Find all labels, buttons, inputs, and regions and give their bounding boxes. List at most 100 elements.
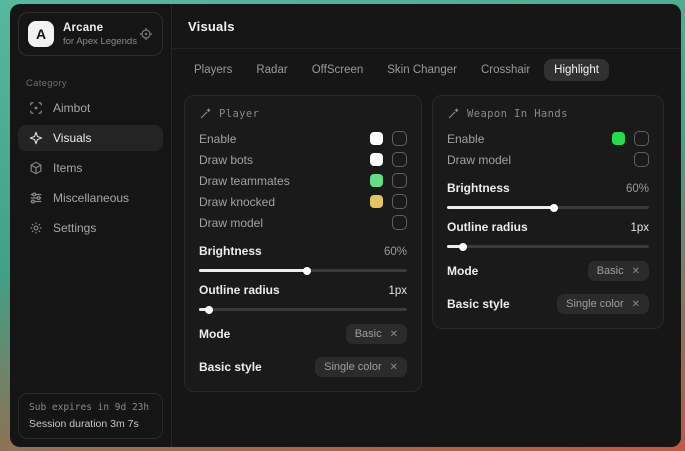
tab-crosshair[interactable]: Crosshair [471, 59, 540, 81]
checkbox[interactable] [392, 152, 407, 167]
mode-tag[interactable]: Basic ✕ [346, 324, 407, 344]
panel-title: Player [219, 108, 259, 120]
select-row-mode: Mode Basic ✕ [199, 324, 407, 344]
sidebar-item-label: Items [53, 161, 82, 175]
sidebar: A Arcane for Apex Legends Category [10, 4, 172, 447]
slider-header-brightness: Brightness 60% [199, 244, 407, 258]
slider-header-outline-radius: Outline radius 1px [199, 283, 407, 297]
color-swatch[interactable] [370, 132, 383, 145]
toggle-row-draw-teammates: Draw teammates [199, 170, 407, 191]
tag-value: Basic [597, 265, 624, 277]
sidebar-item-label: Aimbot [53, 101, 90, 115]
slider-header-outline-radius: Outline radius 1px [447, 220, 649, 234]
slider-label: Brightness [447, 181, 626, 195]
crosshair-scope-icon [28, 101, 43, 115]
color-swatch[interactable] [370, 153, 383, 166]
tab-offscreen[interactable]: OffScreen [302, 59, 374, 81]
checkbox[interactable] [392, 173, 407, 188]
sidebar-item-settings[interactable]: Settings [18, 215, 163, 241]
sparkle-icon [28, 131, 43, 145]
checkbox[interactable] [634, 152, 649, 167]
wand-icon [199, 107, 212, 120]
slider-label: Brightness [199, 244, 384, 258]
gear-icon [28, 221, 43, 235]
tab-players[interactable]: Players [184, 59, 242, 81]
session-duration-text: Session duration 3m 7s [29, 418, 152, 430]
select-row-basic-style: Basic style Single color ✕ [199, 357, 407, 377]
tag-value: Basic [355, 328, 382, 340]
category-label: Category [26, 78, 171, 89]
outline-radius-slider[interactable] [447, 245, 649, 248]
brightness-slider[interactable] [199, 269, 407, 272]
sidebar-item-miscellaneous[interactable]: Miscellaneous [18, 185, 163, 211]
mode-tag[interactable]: Basic ✕ [588, 261, 649, 281]
sidebar-item-visuals[interactable]: Visuals [18, 125, 163, 151]
brand-title: Arcane [63, 22, 130, 34]
brand-subtitle: for Apex Legends [63, 36, 130, 47]
basic-style-tag[interactable]: Single color ✕ [557, 294, 649, 314]
tab-radar[interactable]: Radar [246, 59, 297, 81]
slider-header-brightness: Brightness 60% [447, 181, 649, 195]
toggle-row-draw-bots: Draw bots [199, 149, 407, 170]
remove-icon[interactable]: ✕ [632, 299, 640, 310]
basic-style-tag[interactable]: Single color ✕ [315, 357, 407, 377]
tag-value: Single color [566, 298, 623, 310]
player-panel: Player Enable Draw bots Draw teammates [184, 95, 422, 392]
color-swatch[interactable] [612, 132, 625, 145]
slider-thumb[interactable] [459, 243, 467, 251]
toggle-row-enable: Enable [199, 128, 407, 149]
select-label: Basic style [199, 360, 315, 374]
weapon-in-hands-panel: Weapon In Hands Enable Draw model Bright… [432, 95, 664, 329]
sub-expiry-text: Sub expires in 9d 23h [29, 402, 152, 413]
toggle-label: Draw teammates [199, 174, 370, 188]
main-header: Visuals [172, 4, 681, 49]
slider-value: 60% [626, 183, 649, 195]
checkbox[interactable] [392, 194, 407, 209]
slider-value: 1px [388, 285, 407, 297]
color-swatch[interactable] [370, 174, 383, 187]
slider-thumb[interactable] [550, 204, 558, 212]
remove-icon[interactable]: ✕ [632, 266, 640, 277]
toggle-row-enable: Enable [447, 128, 649, 149]
cube-icon [28, 161, 43, 175]
color-swatch[interactable] [370, 195, 383, 208]
toggle-row-draw-model: Draw model [447, 149, 649, 170]
outline-radius-slider[interactable] [199, 308, 407, 311]
sidebar-item-label: Miscellaneous [53, 191, 129, 205]
remove-icon[interactable]: ✕ [390, 329, 398, 340]
slider-fill [447, 206, 554, 209]
toggle-label: Draw knocked [199, 195, 370, 209]
tab-skin-changer[interactable]: Skin Changer [377, 59, 467, 81]
sidebar-item-items[interactable]: Items [18, 155, 163, 181]
select-label: Basic style [447, 297, 557, 311]
target-icon[interactable] [139, 27, 153, 41]
sidebar-item-label: Settings [53, 221, 96, 235]
session-card: Sub expires in 9d 23h Session duration 3… [18, 393, 163, 439]
sidebar-item-label: Visuals [53, 131, 91, 145]
app-window: A Arcane for Apex Legends Category [10, 4, 681, 447]
tab-highlight[interactable]: Highlight [544, 59, 609, 81]
brand-logo: A [28, 21, 54, 47]
checkbox[interactable] [392, 131, 407, 146]
checkbox[interactable] [392, 215, 407, 230]
sidebar-item-aimbot[interactable]: Aimbot [18, 95, 163, 121]
player-panel-header: Player [199, 107, 407, 120]
slider-thumb[interactable] [303, 267, 311, 275]
remove-icon[interactable]: ✕ [390, 362, 398, 373]
toggle-label: Draw model [447, 153, 634, 167]
select-row-mode: Mode Basic ✕ [447, 261, 649, 281]
toggle-label: Enable [447, 132, 612, 146]
panel-title: Weapon In Hands [467, 108, 568, 120]
brightness-slider[interactable] [447, 206, 649, 209]
sidebar-spacer [10, 243, 171, 385]
panels-container: Player Enable Draw bots Draw teammates [172, 81, 681, 406]
checkbox[interactable] [634, 131, 649, 146]
brand-card: A Arcane for Apex Legends [18, 12, 163, 56]
page-title: Visuals [188, 19, 235, 34]
sidebar-nav: Aimbot Visuals Items [10, 93, 171, 243]
tab-bar: Players Radar OffScreen Skin Changer Cro… [172, 49, 681, 81]
slider-thumb[interactable] [205, 306, 213, 314]
select-row-basic-style: Basic style Single color ✕ [447, 294, 649, 314]
slider-fill [199, 308, 209, 311]
toggle-label: Draw model [199, 216, 392, 230]
